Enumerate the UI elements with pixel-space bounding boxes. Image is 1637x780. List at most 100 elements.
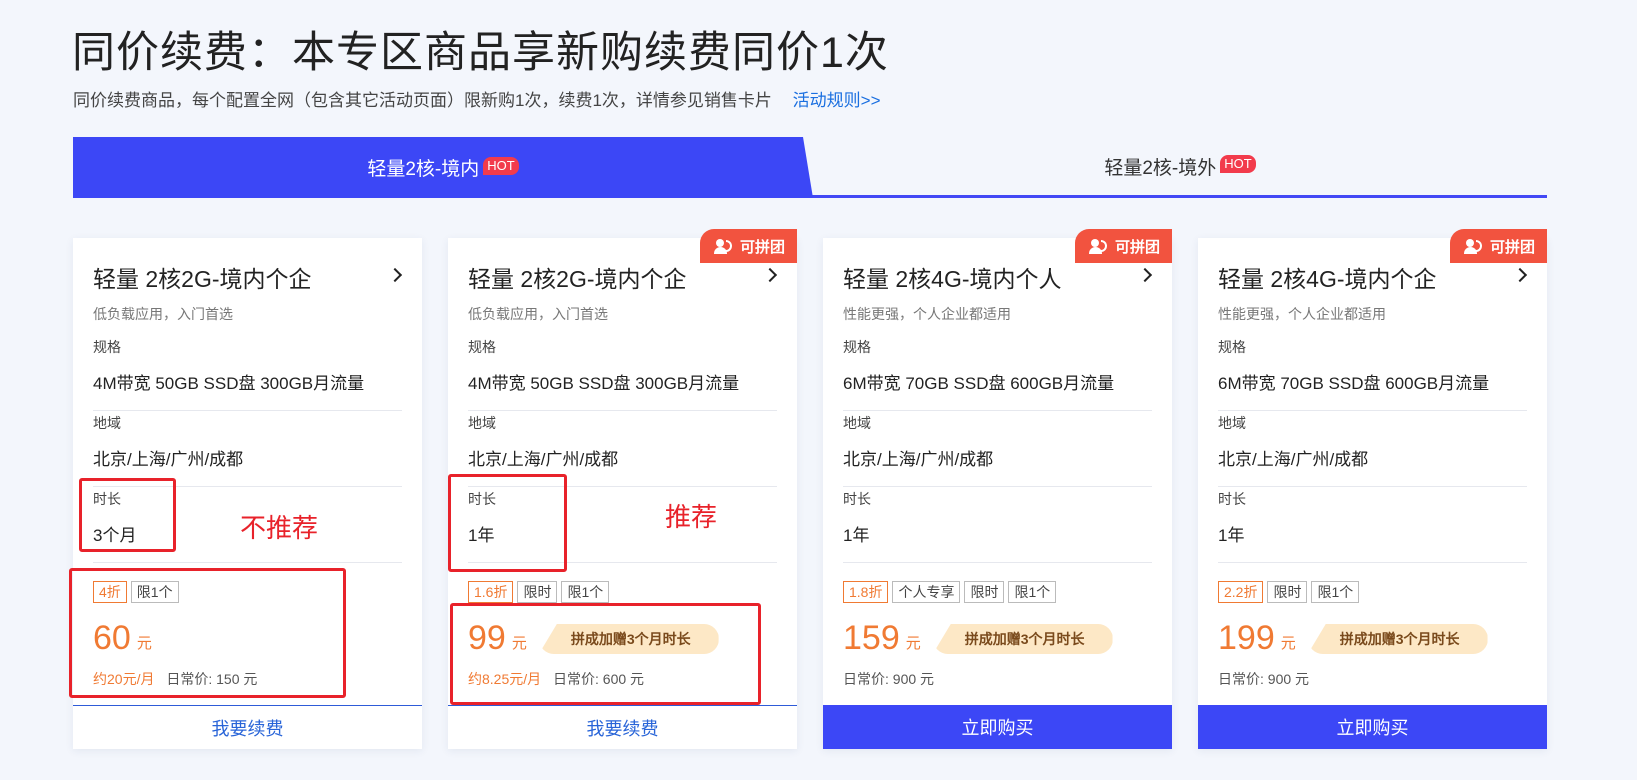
spec-label: 规格 — [1218, 339, 1246, 355]
duration-field: 时长 1年 — [468, 489, 777, 563]
group-buy-badge: 可拼团 — [1074, 229, 1172, 263]
price: 159 — [843, 619, 900, 657]
limit-tag: 限1个 — [561, 581, 610, 603]
region-label: 地域 — [1218, 415, 1246, 431]
price-unit: 元 — [136, 635, 152, 652]
tab-domestic-label: 轻量2核-境内 — [367, 159, 480, 180]
regular-price: 日常价: 150 元 — [166, 671, 258, 687]
limited-time-tag: 限时 — [517, 581, 558, 603]
duration-field: 时长 1年 — [1218, 489, 1527, 563]
group-buy-label: 可拼团 — [1114, 238, 1160, 256]
renew-button[interactable]: 我要续费 — [448, 705, 797, 749]
duration-value: 1年 — [468, 526, 495, 545]
discount-tag: 1.6折 — [468, 581, 514, 603]
region-value: 北京/上海/广州/成都 — [1218, 450, 1369, 469]
group-buy-label: 可拼团 — [1489, 238, 1535, 256]
promo-pill: 拼成加赠3个月时长 — [538, 624, 719, 654]
price-note: 日常价: 900 元 — [843, 669, 934, 689]
product-card: 可拼团 轻量 2核4G-境内个企 性能更强，个人企业都适用 规格 6M带宽 70… — [1198, 229, 1547, 749]
buy-now-button[interactable]: 立即购买 — [823, 705, 1172, 749]
product-name: 轻量 2核4G-境内个人 — [843, 266, 1062, 292]
tag-list: 1.8折 个人专享 限时 限1个 — [843, 581, 1057, 603]
price-note: 约8.25元/月 日常价: 600 元 — [468, 669, 644, 689]
spec-field: 规格 4M带宽 50GB SSD盘 300GB月流量 — [93, 337, 402, 411]
limit-tag: 限1个 — [130, 581, 179, 603]
duration-label: 时长 — [843, 491, 871, 507]
limit-tag: 限1个 — [1008, 581, 1057, 603]
duration-value: 1年 — [1218, 526, 1245, 545]
region-field: 地域 北京/上海/广州/成都 — [93, 413, 402, 487]
annotation-recommended: 推荐 — [665, 502, 718, 532]
region-value: 北京/上海/广州/成都 — [468, 450, 619, 469]
product-desc: 性能更强，个人企业都适用 — [843, 306, 1011, 322]
price-row: 60 元 — [93, 620, 152, 656]
tab-domestic[interactable]: 轻量2核-境内 HOT — [73, 137, 813, 198]
discount-tag: 2.2折 — [1218, 581, 1264, 603]
spec-field: 规格 4M带宽 50GB SSD盘 300GB月流量 — [468, 337, 777, 411]
region-tabs: 轻量2核-境内 HOT 轻量2核-境外 HOT — [73, 137, 1547, 198]
group-users-icon — [713, 239, 734, 254]
region-label: 地域 — [468, 415, 496, 431]
product-header[interactable]: 轻量 2核2G-境内个企 低负载应用，入门首选 — [93, 260, 403, 324]
duration-value: 1年 — [843, 526, 870, 545]
product-desc: 低负载应用，入门首选 — [468, 306, 608, 322]
limited-time-tag: 限时 — [1267, 581, 1308, 603]
spec-label: 规格 — [93, 339, 121, 355]
page-subtitle: 同价续费商品，每个配置全网（包含其它活动页面）限新购1次，续费1次，详情参见销售… — [73, 86, 881, 111]
spec-value: 4M带宽 50GB SSD盘 300GB月流量 — [93, 374, 365, 393]
product-header[interactable]: 轻量 2核2G-境内个企 低负载应用，入门首选 — [468, 260, 778, 324]
regular-price: 日常价: 900 元 — [1218, 671, 1310, 687]
price-unit: 元 — [1280, 635, 1296, 652]
product-name: 轻量 2核2G-境内个企 — [93, 266, 312, 292]
product-card: 可拼团 轻量 2核2G-境内个企 低负载应用，入门首选 规格 4M带宽 50GB… — [448, 229, 797, 749]
discount-tag: 1.8折 — [843, 581, 889, 603]
duration-field: 时长 1年 — [843, 489, 1152, 563]
spec-field: 规格 6M带宽 70GB SSD盘 600GB月流量 — [843, 337, 1152, 411]
renew-button[interactable]: 我要续费 — [73, 705, 422, 749]
discount-tag: 4折 — [93, 581, 127, 603]
spec-value: 6M带宽 70GB SSD盘 600GB月流量 — [1218, 374, 1490, 393]
hot-badge: HOT — [483, 156, 519, 175]
price: 199 — [1218, 619, 1275, 657]
product-header[interactable]: 轻量 2核4G-境内个企 性能更强，个人企业都适用 — [1218, 260, 1528, 324]
region-value: 北京/上海/广州/成都 — [843, 450, 994, 469]
promo-pill: 拼成加赠3个月时长 — [932, 624, 1113, 654]
regular-price: 日常价: 900 元 — [843, 671, 935, 687]
product-header[interactable]: 轻量 2核4G-境内个人 性能更强，个人企业都适用 — [843, 260, 1153, 324]
price-note: 日常价: 900 元 — [1218, 669, 1309, 689]
page-title: 同价续费：本专区商品享新购续费同价1次 — [72, 29, 889, 77]
region-field: 地域 北京/上海/广州/成都 — [468, 413, 777, 487]
tab-overseas[interactable]: 轻量2核-境外 HOT — [813, 137, 1547, 195]
spec-field: 规格 6M带宽 70GB SSD盘 600GB月流量 — [1218, 337, 1527, 411]
region-label: 地域 — [93, 415, 121, 431]
regular-price: 日常价: 600 元 — [553, 671, 645, 687]
annotation-not-recommended: 不推荐 — [240, 513, 319, 543]
spec-label: 规格 — [843, 339, 871, 355]
product-card: 可拼团 轻量 2核4G-境内个人 性能更强，个人企业都适用 规格 6M带宽 70… — [823, 229, 1172, 749]
price-unit: 元 — [905, 635, 921, 652]
buy-now-button[interactable]: 立即购买 — [1198, 705, 1547, 749]
group-users-icon — [1463, 239, 1484, 254]
price-row: 199 元 拼成加赠3个月时长 — [1218, 620, 1488, 656]
hot-badge: HOT — [1220, 155, 1256, 173]
duration-label: 时长 — [468, 491, 496, 507]
subtitle-text: 同价续费商品，每个配置全网（包含其它活动页面）限新购1次，续费1次，详情参见销售… — [73, 91, 772, 110]
tag-list: 1.6折 限时 限1个 — [468, 581, 610, 603]
region-field: 地域 北京/上海/广州/成都 — [843, 413, 1152, 487]
product-card: 轻量 2核2G-境内个企 低负载应用，入门首选 规格 4M带宽 50GB SSD… — [73, 238, 422, 749]
limited-time-tag: 限时 — [964, 581, 1005, 603]
duration-value: 3个月 — [93, 526, 137, 545]
tag-list: 4折 限1个 — [93, 581, 179, 603]
spec-value: 6M带宽 70GB SSD盘 600GB月流量 — [843, 374, 1115, 393]
price-row: 99 元 拼成加赠3个月时长 — [468, 620, 719, 656]
price-note: 约20元/月 日常价: 150 元 — [93, 669, 257, 689]
group-buy-badge: 可拼团 — [1449, 229, 1547, 263]
price: 99 — [468, 619, 506, 657]
duration-label: 时长 — [93, 491, 121, 507]
activity-rules-link[interactable]: 活动规则>> — [793, 91, 881, 110]
personal-exclusive-tag: 个人专享 — [892, 581, 961, 603]
price-unit: 元 — [511, 635, 527, 652]
tag-list: 2.2折 限时 限1个 — [1218, 581, 1360, 603]
region-field: 地域 北京/上海/广州/成都 — [1218, 413, 1527, 487]
region-label: 地域 — [843, 415, 871, 431]
